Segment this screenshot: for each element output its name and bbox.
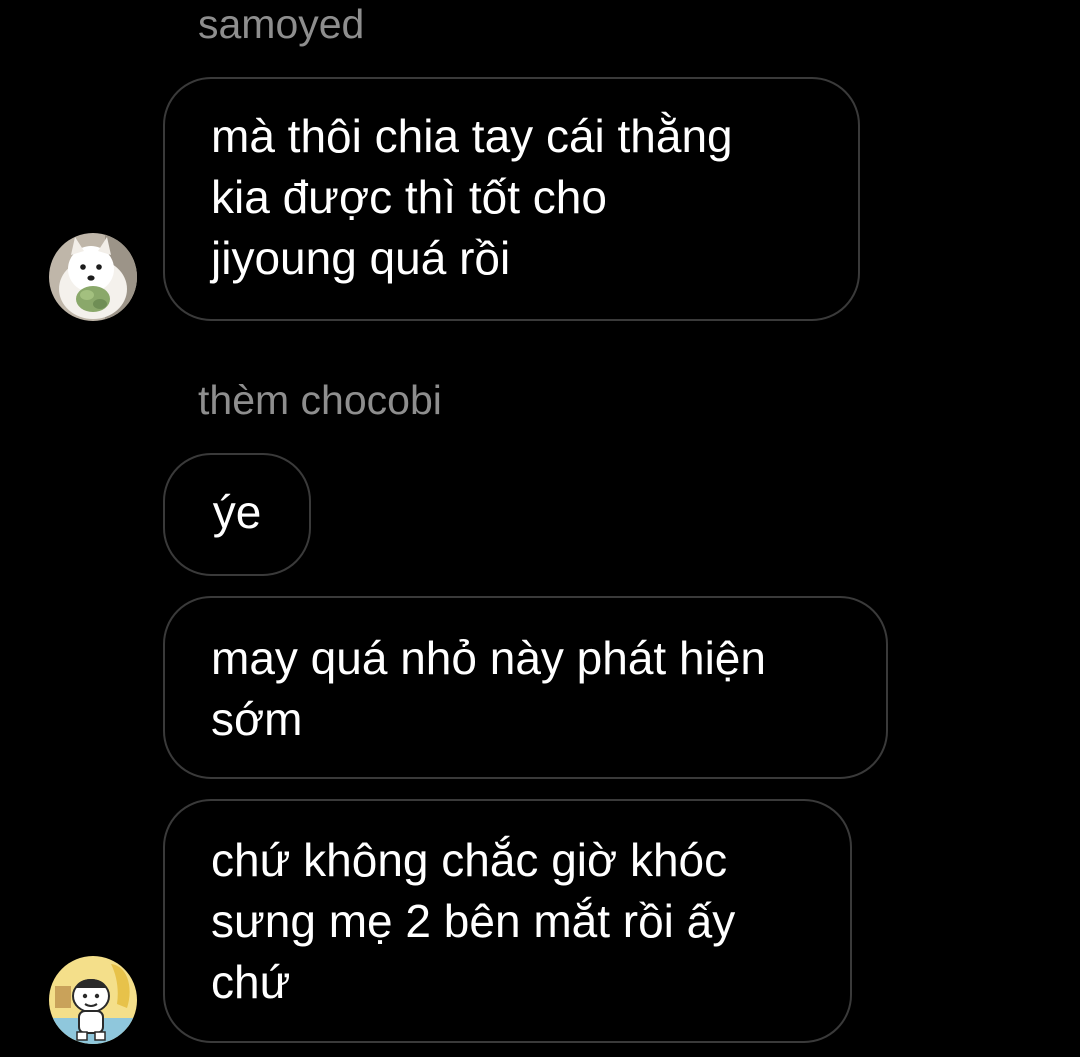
message-bubble[interactable]: may quá nhỏ này phát hiện sớm (163, 596, 888, 779)
message-bubble[interactable]: chứ không chắc giờ khóc sưng mẹ 2 bên mắ… (163, 799, 852, 1043)
samoyed-dog-avatar-icon[interactable] (49, 233, 137, 321)
cartoon-boy-avatar-icon[interactable] (49, 956, 137, 1044)
message-bubble[interactable]: ýe (163, 453, 311, 576)
sender-name: samoyed (198, 1, 365, 47)
sender-name: thèm chocobi (198, 377, 442, 423)
message-bubble[interactable]: mà thôi chia tay cái thằng kia được thì … (163, 77, 860, 321)
